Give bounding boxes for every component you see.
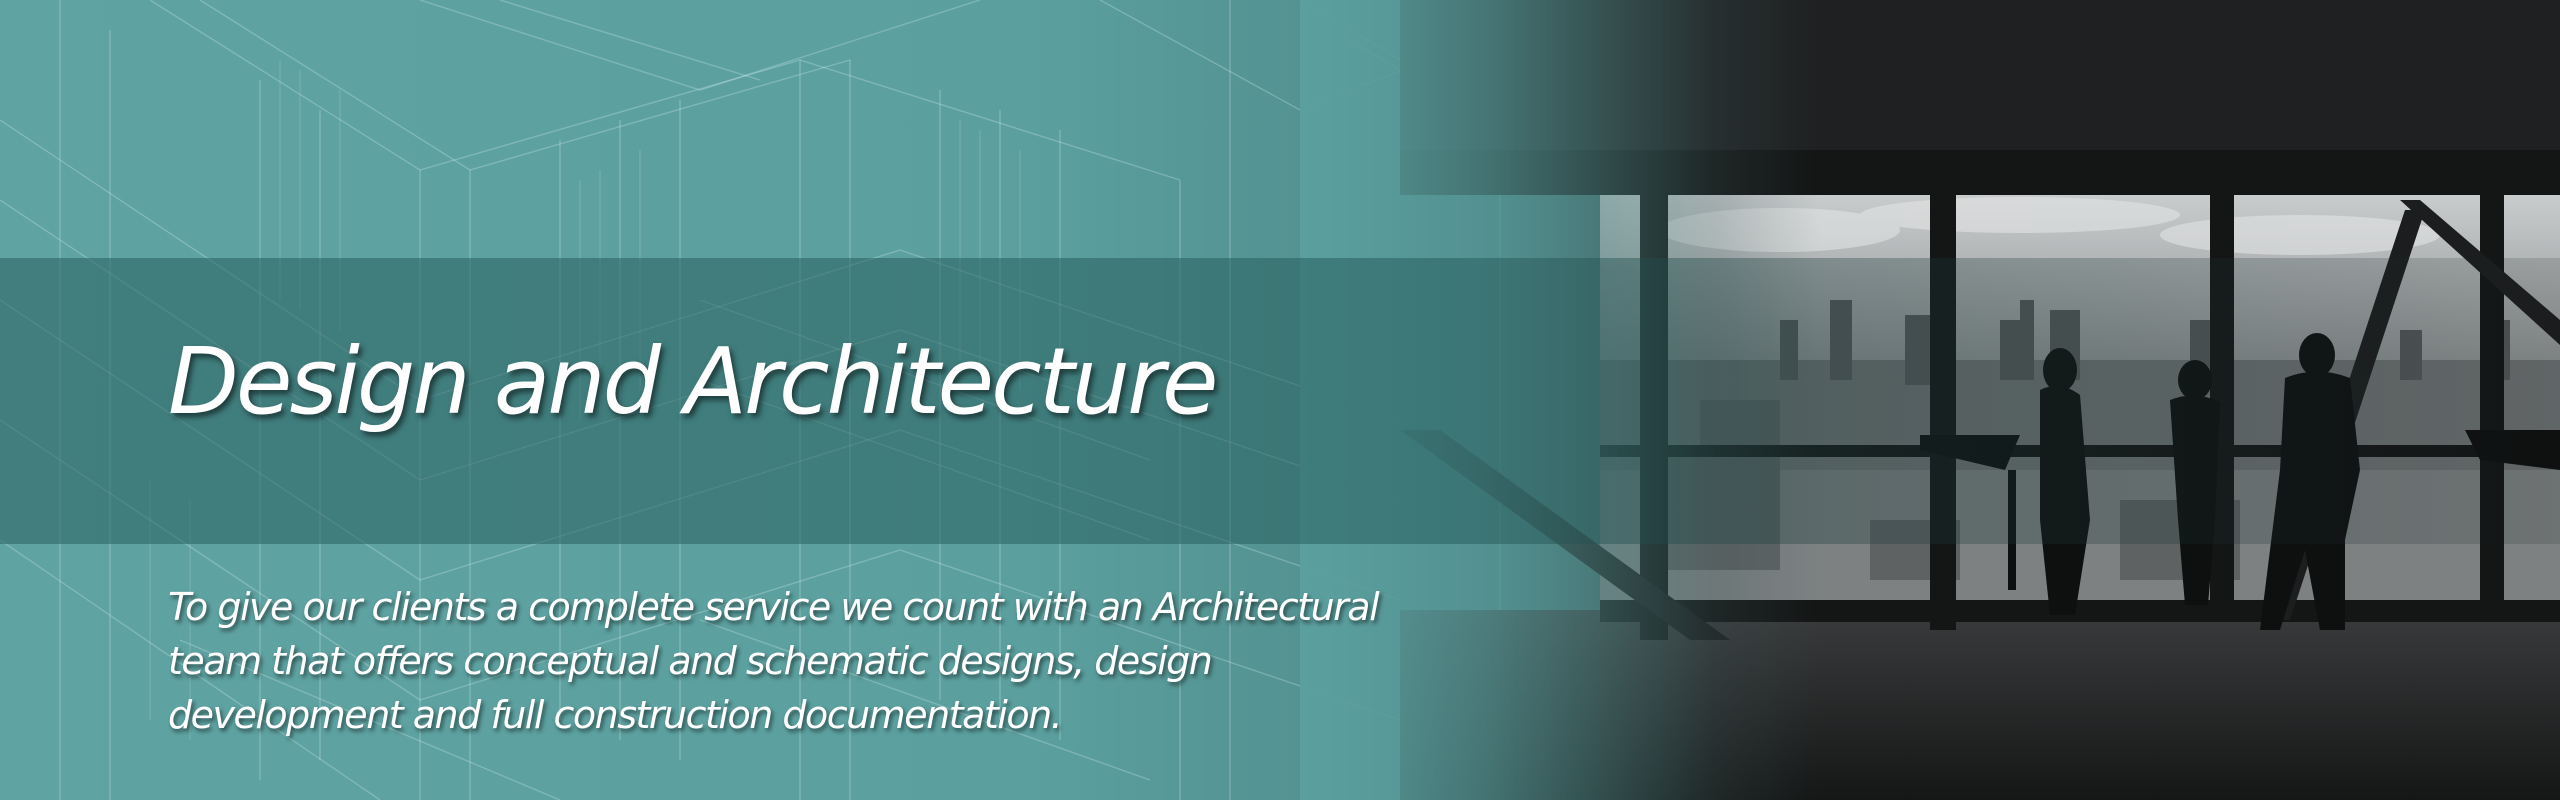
banner-description: To give our clients a complete service w… (168, 580, 1468, 742)
hero-banner: Design and Architecture To give our clie… (0, 0, 2560, 800)
page-title: Design and Architecture (168, 328, 1218, 435)
description-line: team that offers conceptual and schemati… (168, 639, 1213, 683)
description-line: To give our clients a complete service w… (168, 585, 1380, 629)
description-line: development and full construction docume… (168, 693, 1063, 737)
